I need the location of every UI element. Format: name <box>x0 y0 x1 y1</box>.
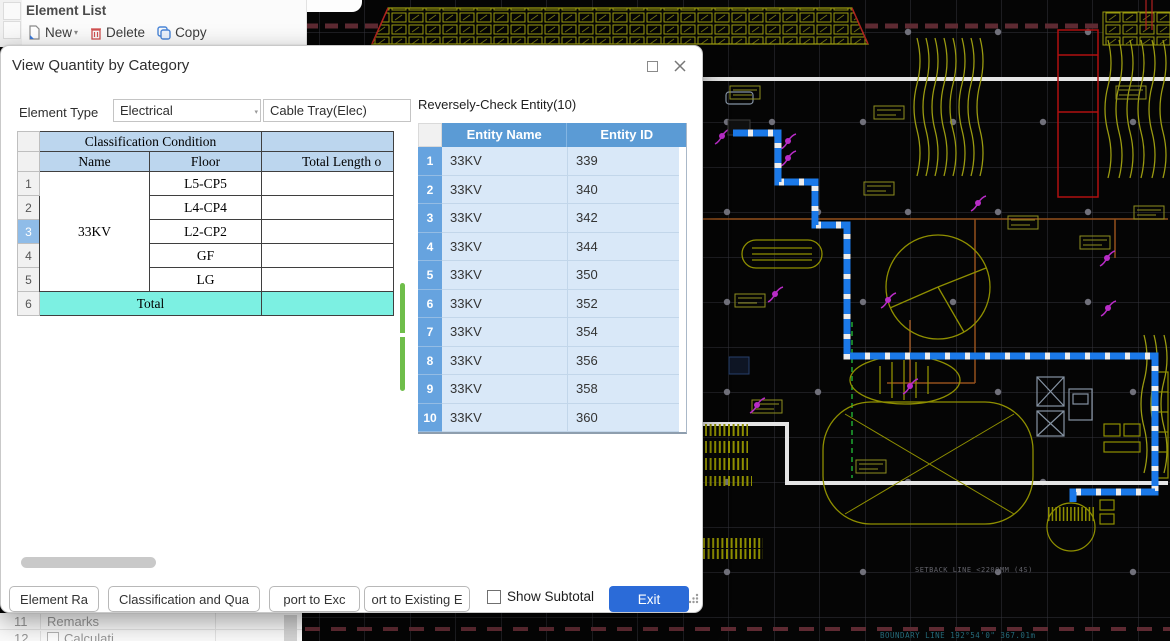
floor-cell[interactable]: L4-CP4 <box>150 196 262 220</box>
col-header-entity-name: Entity Name <box>442 123 567 147</box>
element-range-button[interactable]: Element Ra <box>9 586 99 612</box>
value-cell[interactable] <box>262 196 394 220</box>
element-type-combo[interactable]: Electrical ▾ <box>113 99 261 122</box>
dock-tile[interactable] <box>3 21 21 39</box>
total-value-cell <box>262 292 394 316</box>
new-dropdown-caret-icon[interactable]: ▾ <box>74 28 78 37</box>
maximize-icon[interactable] <box>642 56 662 76</box>
entity-row[interactable]: 10 33KV 360 <box>418 404 686 433</box>
row-number[interactable]: 4 <box>18 244 40 268</box>
row-number[interactable]: 2 <box>18 196 40 220</box>
new-button[interactable]: New ▾ <box>24 24 82 41</box>
copy-label: Copy <box>175 25 207 40</box>
element-type-value: Electrical <box>120 103 173 118</box>
app-window: SETBACK LINE <2200MM (4S) BOUNDARY LINE … <box>0 0 1170 641</box>
quantity-group-header <box>262 132 394 152</box>
entity-table-header: Entity Name Entity ID <box>418 123 686 147</box>
property-row-calculation[interactable]: 12 Calculati <box>0 630 302 641</box>
property-scrollbar[interactable] <box>284 615 297 641</box>
splitter-green-bar[interactable] <box>400 283 405 391</box>
corner-cell <box>18 152 40 172</box>
col-header-name: Name <box>40 152 150 172</box>
floor-cell[interactable]: L2-CP2 <box>150 220 262 244</box>
classification-table[interactable]: Classification Condition Name Floor Tota… <box>17 131 394 316</box>
floor-cell[interactable]: GF <box>150 244 262 268</box>
element-list-title: Element List <box>26 3 106 18</box>
row-number[interactable]: 1 <box>18 172 40 196</box>
row-number[interactable]: 5 <box>18 268 40 292</box>
row-number-selected[interactable]: 3 <box>18 220 40 244</box>
calculation-checkbox[interactable] <box>47 632 59 641</box>
delete-label: Delete <box>106 25 145 40</box>
dialog-title: View Quantity by Category <box>12 57 189 74</box>
copy-icon <box>157 26 171 40</box>
value-cell[interactable] <box>262 220 394 244</box>
element-subtype-combo[interactable]: Cable Tray(Elec) <box>263 99 411 122</box>
element-subtype-value: Cable Tray(Elec) <box>270 103 367 118</box>
combo-caret-icon: ▾ <box>254 108 258 116</box>
col-header-floor: Floor <box>150 152 262 172</box>
table-row[interactable]: 1 33KV L5-CP5 <box>18 172 394 196</box>
property-row-number: 12 <box>0 631 40 641</box>
corner-cell <box>18 132 40 152</box>
name-cell-merged[interactable]: 33KV <box>40 172 150 292</box>
export-to-existing-excel-button[interactable]: ort to Existing E <box>364 586 470 612</box>
reversely-check-title: Reversely-Check Entity(10) <box>418 97 576 112</box>
view-quantity-dialog: View Quantity by Category Element Type E… <box>0 45 703 613</box>
entity-row[interactable]: 2 33KV 340 <box>418 176 686 205</box>
horizontal-scrollbar-thumb[interactable] <box>21 557 156 568</box>
close-icon[interactable] <box>670 56 690 76</box>
row-number[interactable]: 6 <box>18 292 40 316</box>
entity-table[interactable]: Entity Name Entity ID 1 33KV 339 2 33KV … <box>418 123 687 434</box>
entity-row[interactable]: 1 33KV 339 <box>418 147 686 176</box>
show-subtotal-checkbox-group[interactable]: Show Subtotal <box>487 589 594 604</box>
value-cell[interactable] <box>262 172 394 196</box>
copy-button[interactable]: Copy <box>153 24 211 41</box>
new-file-icon <box>28 25 41 40</box>
entity-row[interactable]: 5 33KV 350 <box>418 261 686 290</box>
dock-tile[interactable] <box>3 2 21 20</box>
resize-grip-icon[interactable] <box>688 591 699 609</box>
show-subtotal-label: Show Subtotal <box>507 589 594 604</box>
classification-quantity-button[interactable]: Classification and Qua <box>108 586 260 612</box>
property-row-label: Remarks <box>47 614 99 629</box>
property-row-number: 11 <box>0 614 40 629</box>
entity-row[interactable]: 8 33KV 356 <box>418 347 686 376</box>
value-cell[interactable] <box>262 244 394 268</box>
export-to-excel-button[interactable]: port to Exc <box>269 586 360 612</box>
col-header-entity-id: Entity ID <box>566 123 686 147</box>
entity-row[interactable]: 6 33KV 352 <box>418 290 686 319</box>
element-type-label: Element Type <box>19 105 98 120</box>
left-dock-strip <box>0 0 22 47</box>
value-cell[interactable] <box>262 268 394 292</box>
exit-button[interactable]: Exit <box>609 586 689 612</box>
property-row-label: Calculati <box>64 631 114 641</box>
show-subtotal-checkbox[interactable] <box>487 590 501 604</box>
corner-cell <box>418 123 442 147</box>
trash-icon <box>90 26 102 40</box>
floor-cell[interactable]: L5-CP5 <box>150 172 262 196</box>
new-label: New <box>45 25 72 40</box>
total-label-cell: Total <box>40 292 262 316</box>
delete-button[interactable]: Delete <box>86 24 149 41</box>
classification-group-header: Classification Condition <box>40 132 262 152</box>
entity-row[interactable]: 9 33KV 358 <box>418 375 686 404</box>
entity-row[interactable]: 4 33KV 344 <box>418 233 686 262</box>
property-grid-panel: 11 Remarks 12 Calculati <box>0 613 302 641</box>
panel-corner <box>300 0 362 12</box>
entity-row[interactable]: 3 33KV 342 <box>418 204 686 233</box>
element-list-panel: Element List New ▾ Delete <box>22 0 307 47</box>
floor-cell[interactable]: LG <box>150 268 262 292</box>
setback-line-label: SETBACK LINE <2200MM (4S) <box>915 566 1033 574</box>
property-row-remarks[interactable]: 11 Remarks <box>0 613 302 630</box>
total-row[interactable]: 6 Total <box>18 292 394 316</box>
col-header-total-length: Total Length o <box>262 152 394 172</box>
entity-row[interactable]: 7 33KV 354 <box>418 318 686 347</box>
boundary-line-label: BOUNDARY LINE 192°54'0" 367.01m <box>880 631 1035 640</box>
